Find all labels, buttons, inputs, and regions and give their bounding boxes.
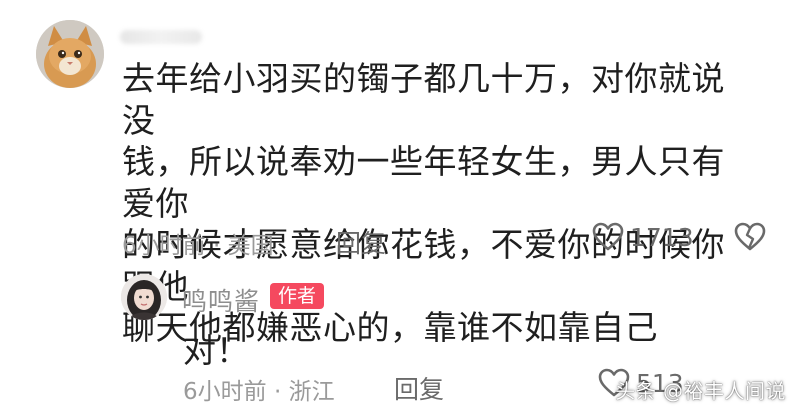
girl-avatar-icon bbox=[121, 274, 167, 320]
broken-heart-icon bbox=[734, 222, 766, 251]
author-badge: 作者 bbox=[270, 283, 325, 309]
reply-meta: 6小时前 · 浙江 bbox=[183, 379, 335, 405]
reply-button[interactable]: 回复 bbox=[336, 224, 386, 260]
reply-reply-button[interactable]: 回复 bbox=[394, 370, 444, 406]
commenter-avatar[interactable] bbox=[36, 20, 104, 88]
watermark: 头条 @裕丰人间说 bbox=[615, 379, 786, 403]
reply-text: 对！ bbox=[183, 331, 249, 370]
like-count: 1713 bbox=[630, 222, 694, 252]
author-username[interactable]: 鸣鸣酱 bbox=[182, 282, 260, 318]
comment-meta: 6小时前 · 美国 bbox=[122, 233, 274, 259]
dislike-button[interactable] bbox=[734, 222, 766, 256]
commenter-username-blurred bbox=[120, 30, 202, 44]
like-button[interactable]: 1713 bbox=[592, 222, 694, 252]
author-avatar[interactable] bbox=[121, 274, 167, 320]
cat-avatar-icon bbox=[36, 20, 104, 88]
heart-outline-icon bbox=[592, 222, 624, 251]
